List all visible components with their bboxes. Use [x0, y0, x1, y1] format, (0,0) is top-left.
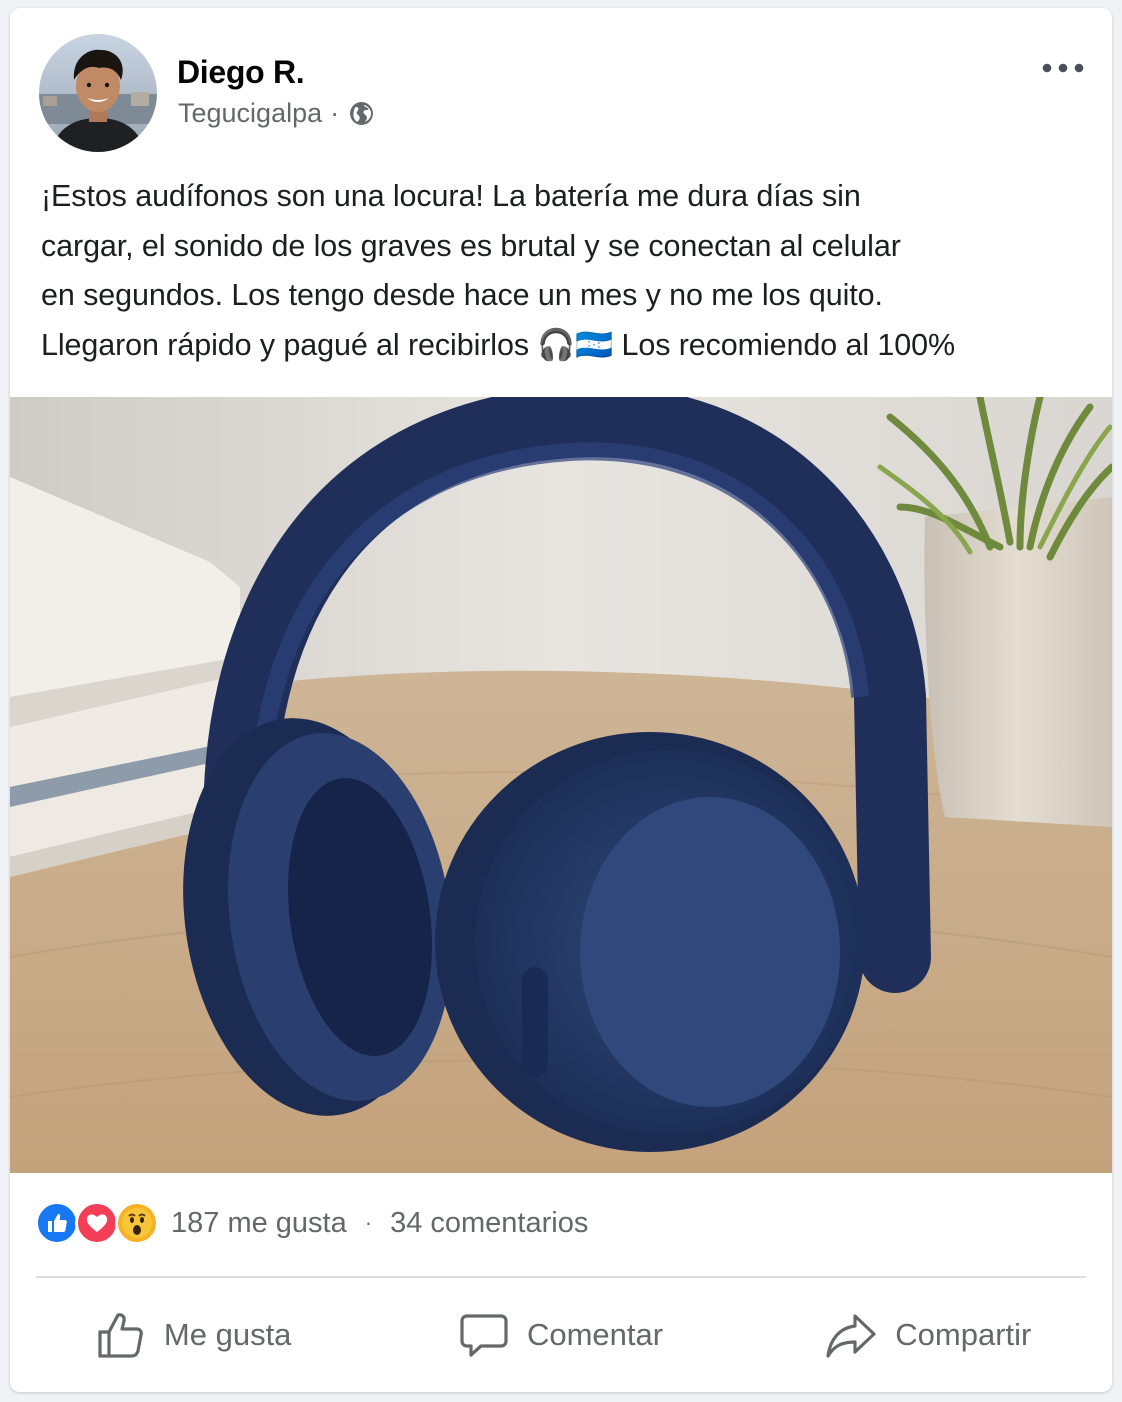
post-location: Tegucigalpa	[178, 98, 323, 128]
actions-divider	[36, 1276, 1086, 1278]
share-button-label: Compartir	[895, 1317, 1032, 1352]
more-options-button[interactable]	[1036, 50, 1090, 86]
comment-button[interactable]: Comentar	[377, 1298, 744, 1372]
comments-count[interactable]: 34 comentarios	[390, 1207, 588, 1240]
likes-count[interactable]: 187 me gusta	[171, 1207, 347, 1240]
more-options-icon	[1042, 63, 1084, 73]
author-avatar[interactable]	[39, 34, 157, 152]
like-reaction-icon	[35, 1201, 79, 1245]
reactions-summary[interactable]: 187 me gusta · 34 comentarios	[35, 1200, 588, 1246]
thumbs-up-icon	[98, 1313, 143, 1358]
like-button-label: Me gusta	[163, 1317, 292, 1352]
post-meta: Tegucigalpa ·	[178, 98, 374, 129]
counts-separator: ·	[364, 1210, 373, 1235]
post-actions: Me gusta Comentar Compartir	[10, 1298, 1112, 1372]
wow-reaction-icon	[115, 1201, 159, 1245]
post-text: ¡Estos audífonos son una locura! La bate…	[41, 179, 956, 362]
share-button[interactable]: Compartir	[745, 1298, 1112, 1372]
comment-button-label: Comentar	[526, 1317, 664, 1352]
author-name[interactable]: Diego R.	[177, 54, 305, 91]
meta-separator: ·	[330, 98, 340, 128]
post-card: Diego R. Tegucigalpa · ¡Estos audífonos …	[10, 8, 1112, 1392]
post-image[interactable]	[10, 397, 1112, 1173]
share-icon	[826, 1314, 876, 1358]
comment-icon	[460, 1314, 508, 1357]
love-reaction-icon	[75, 1201, 119, 1245]
globe-icon[interactable]	[349, 101, 374, 126]
like-button[interactable]: Me gusta	[10, 1298, 377, 1372]
